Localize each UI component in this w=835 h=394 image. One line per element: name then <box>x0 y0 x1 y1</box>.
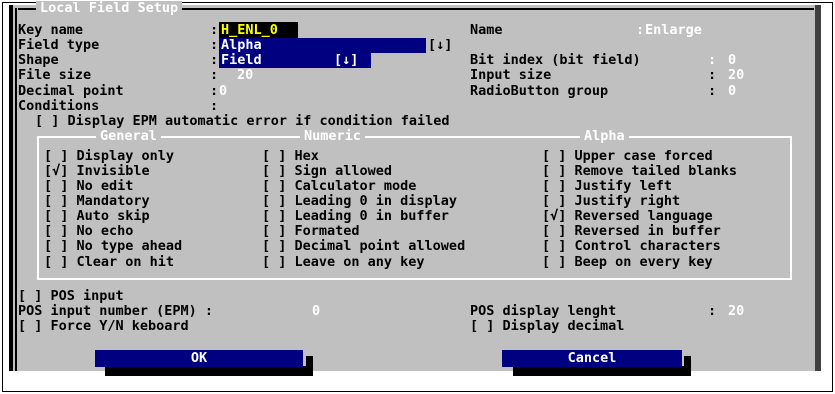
decimal-point-value[interactable]: 0 <box>219 84 227 99</box>
input-size-value[interactable]: 20 <box>728 68 744 83</box>
right-border <box>815 5 821 371</box>
decimal-point-label: Decimal point <box>18 83 124 99</box>
name-label: Name <box>470 22 503 38</box>
numeric-option[interactable]: [ ] Leading 0 in buffer <box>262 209 449 224</box>
field-type-value[interactable]: Alpha <box>221 38 262 53</box>
bit-index-label: Bit index (bit field) <box>470 52 641 68</box>
pos-input-number-value[interactable]: 0 <box>312 304 320 319</box>
ok-button-shadow-right <box>306 356 313 376</box>
input-size-label: Input size <box>470 67 552 83</box>
group-general-label: General <box>96 129 161 144</box>
pos-input-number-label: POS input number (EPM) : <box>18 303 214 319</box>
shape-value[interactable]: Field <box>221 53 262 68</box>
bit-index-value[interactable]: 0 <box>728 53 736 68</box>
display-epm-checkbox[interactable]: [ ] Display EPM automatic error if condi… <box>35 114 450 129</box>
shape-label: Shape <box>18 52 59 68</box>
general-option[interactable]: [√] Invisible <box>44 164 150 179</box>
radio-group-value[interactable]: 0 <box>728 84 736 99</box>
field-type-label: Field type <box>18 37 100 53</box>
ok-button-shadow <box>105 366 313 376</box>
group-alpha-label: Alpha <box>580 129 629 144</box>
shape-colon: : <box>210 52 219 68</box>
radio-group-colon: : <box>708 83 717 99</box>
group-numeric-label: Numeric <box>300 129 365 144</box>
left-border-inner <box>15 8 17 371</box>
alpha-option[interactable]: [ ] Upper case forced <box>542 149 713 164</box>
general-option[interactable]: [ ] Mandatory <box>44 194 150 209</box>
numeric-option[interactable]: [ ] Leading 0 in display <box>262 194 457 209</box>
ok-button[interactable]: OK <box>95 350 303 367</box>
field-type-colon: : <box>210 37 219 53</box>
pos-display-length-value[interactable]: 20 <box>728 304 744 319</box>
general-option[interactable]: [ ] No edit <box>44 179 133 194</box>
pos-display-length-label: POS display lenght <box>470 303 617 319</box>
file-size-value[interactable]: 20 <box>237 68 253 83</box>
conditions-label: Conditions <box>18 98 100 114</box>
cancel-button-shadow-right <box>684 356 691 376</box>
display-decimal-checkbox[interactable]: [ ] Display decimal <box>470 319 624 334</box>
key-name-colon: : <box>210 22 219 38</box>
left-border <box>9 5 13 371</box>
numeric-option[interactable]: [ ] Sign allowed <box>262 164 392 179</box>
dialog-title: Local Field Setup <box>36 1 183 16</box>
cancel-button-shadow <box>513 366 691 376</box>
numeric-option[interactable]: [ ] Leave on any key <box>262 255 425 270</box>
conditions-colon: : <box>210 98 219 114</box>
file-size-label: File size <box>18 67 92 83</box>
shape-arrow-icon[interactable]: [↓] <box>334 53 358 68</box>
key-name-value[interactable]: H_ENL_0 <box>221 23 278 38</box>
general-option[interactable]: [ ] Clear on hit <box>44 255 174 270</box>
bit-index-colon: : <box>708 52 717 68</box>
alpha-option[interactable]: [ ] Control characters <box>542 239 721 254</box>
cancel-button[interactable]: Cancel <box>502 350 682 367</box>
alpha-option[interactable]: [ ] Justify left <box>542 179 672 194</box>
pos-display-length-colon: : <box>708 303 717 319</box>
decimal-point-colon: : <box>210 83 219 99</box>
numeric-option[interactable]: [ ] Hex <box>262 149 319 164</box>
key-name-label: Key name <box>18 22 84 38</box>
numeric-option[interactable]: [ ] Decimal point allowed <box>262 239 465 254</box>
general-option[interactable]: [ ] Display only <box>44 149 174 164</box>
name-value[interactable]: Enlarge <box>645 23 702 38</box>
name-colon: : <box>636 22 645 38</box>
input-size-colon: : <box>708 67 717 83</box>
general-option[interactable]: [ ] No type ahead <box>44 239 182 254</box>
general-option[interactable]: [ ] No echo <box>44 224 133 239</box>
alpha-option[interactable]: [ ] Reversed in buffer <box>542 224 721 239</box>
alpha-option[interactable]: [ ] Remove tailed blanks <box>542 164 737 179</box>
alpha-option[interactable]: [√] Reversed language <box>542 209 713 224</box>
field-type-arrow-icon[interactable]: [↓] <box>428 38 452 53</box>
general-option[interactable]: [ ] Auto skip <box>44 209 150 224</box>
file-size-colon: : <box>210 67 219 83</box>
pos-input-checkbox[interactable]: [ ] POS input <box>18 289 124 304</box>
alpha-option[interactable]: [ ] Beep on every key <box>542 255 713 270</box>
radio-group-label: RadioButton group <box>470 83 609 99</box>
force-yn-checkbox[interactable]: [ ] Force Y/N keboard <box>18 319 189 334</box>
numeric-option[interactable]: [ ] Formated <box>262 224 360 239</box>
numeric-option[interactable]: [ ] Calculator mode <box>262 179 416 194</box>
alpha-option[interactable]: [ ] Justify right <box>542 194 680 209</box>
